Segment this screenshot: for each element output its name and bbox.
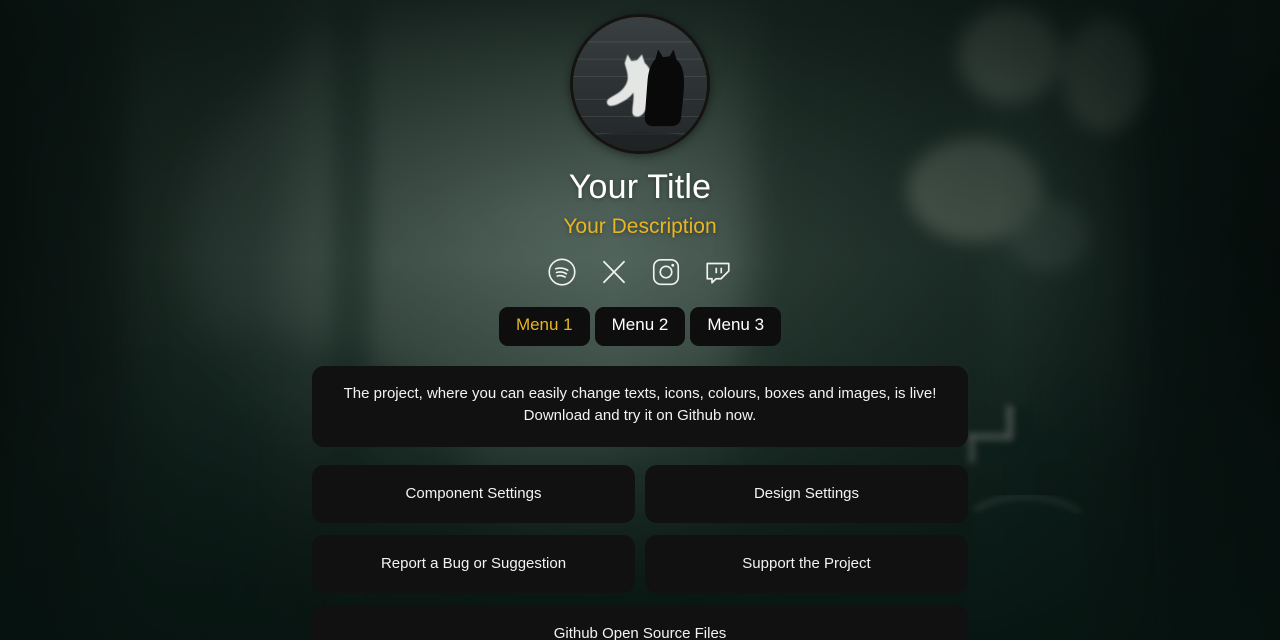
avatar-image: [570, 14, 710, 154]
menu-tabs: Menu 1 Menu 2 Menu 3: [498, 307, 782, 346]
announcement-banner: The project, where you can easily change…: [312, 365, 968, 447]
two-cats-photo: [573, 17, 707, 151]
profile-page: Your Title Your Description Menu 1 Menu …: [0, 0, 1280, 640]
avatar[interactable]: [570, 14, 710, 154]
x-twitter-icon[interactable]: [597, 255, 631, 289]
link-grid: Component Settings Design Settings Repor…: [312, 464, 968, 640]
component-settings-button[interactable]: Component Settings: [312, 464, 635, 523]
report-bug-button[interactable]: Report a Bug or Suggestion: [312, 534, 635, 593]
page-title: Your Title: [568, 168, 712, 206]
github-open-source-files-button[interactable]: Github Open Source Files: [312, 604, 968, 640]
spotify-icon[interactable]: [545, 255, 579, 289]
social-links: [545, 255, 735, 289]
support-project-button[interactable]: Support the Project: [645, 534, 968, 593]
menu-tab-3[interactable]: Menu 3: [690, 307, 782, 346]
page-description: Your Description: [563, 215, 717, 239]
design-settings-button[interactable]: Design Settings: [645, 464, 968, 523]
twitch-icon[interactable]: [701, 255, 735, 289]
menu-tab-2[interactable]: Menu 2: [594, 307, 686, 346]
content-stack: The project, where you can easily change…: [312, 365, 968, 640]
menu-tab-1[interactable]: Menu 1: [498, 307, 590, 346]
instagram-icon[interactable]: [649, 255, 683, 289]
